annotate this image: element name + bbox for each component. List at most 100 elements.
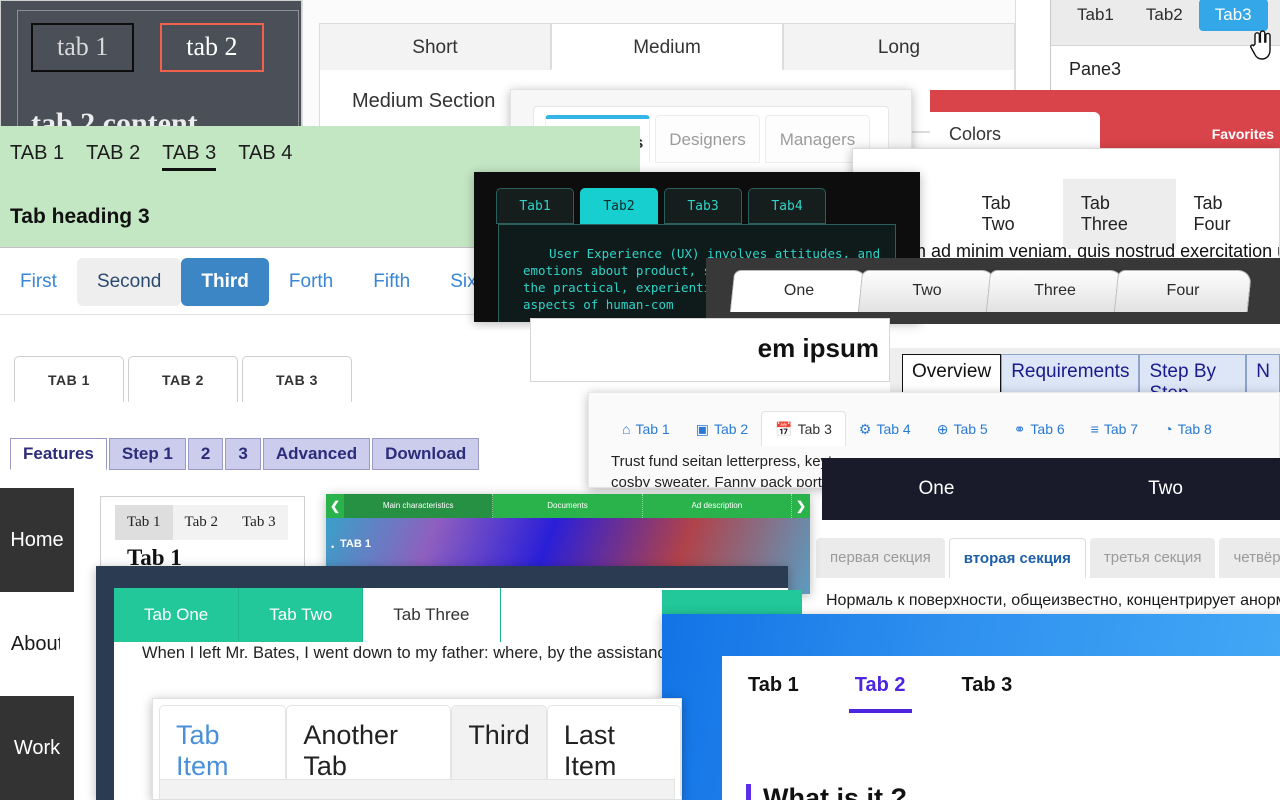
tab-icon-1[interactable]: ⌂ Tab 1: [609, 412, 683, 446]
tab-forth[interactable]: Forth: [269, 258, 353, 306]
tab-ru-3[interactable]: третья секция: [1089, 538, 1216, 578]
tab-designers[interactable]: Designers: [655, 115, 760, 163]
tab-blue-1[interactable]: Tab 1: [742, 662, 805, 713]
jquery-pane-label: Pane3: [1069, 59, 1122, 79]
tab-step-2[interactable]: 2: [187, 438, 224, 470]
tab-outlined-1[interactable]: TAB 1: [14, 356, 124, 402]
tablist-overview: Overview Requirements Step By Step N: [902, 354, 1280, 392]
tab-term-4[interactable]: Tab4: [748, 188, 826, 224]
one-two-bar-card: One Two: [822, 458, 1280, 520]
tab-step-by-step[interactable]: Step By Step: [1139, 354, 1247, 392]
tab-serif-1[interactable]: Tab 1: [115, 505, 173, 540]
tab-teal-two[interactable]: Tab Two: [239, 588, 364, 642]
tab-ad-description[interactable]: Ad description: [643, 494, 792, 518]
tab-step-1[interactable]: Step 1: [108, 438, 186, 470]
tab-teal-one[interactable]: Tab One: [114, 588, 240, 642]
tab-slant-one[interactable]: One: [729, 270, 869, 312]
tab-bar-two[interactable]: Two: [1051, 458, 1280, 520]
tablist-terminal: Tab1 Tab2 Tab3 Tab4: [496, 188, 826, 224]
tab-slant-three[interactable]: Three: [985, 270, 1125, 312]
tab-icon-3-label: Tab 3: [797, 421, 832, 437]
tab-third[interactable]: Third: [181, 258, 269, 306]
tablist-green: TAB 1 TAB 2 TAB 3 TAB 4: [10, 142, 292, 171]
tab-tab-2[interactable]: tab 2: [160, 23, 264, 72]
tab-overview-next[interactable]: N: [1246, 354, 1280, 392]
tab-favorites[interactable]: Favorites: [1212, 126, 1274, 142]
chevron-right-icon[interactable]: ❯: [792, 499, 810, 513]
tablist-russian: первая секция вторая секция третья секци…: [816, 538, 1280, 578]
tab-outlined-3[interactable]: TAB 3: [242, 356, 352, 402]
tab-green-4[interactable]: TAB 4: [238, 142, 292, 171]
tab-green-3[interactable]: TAB 3: [162, 142, 217, 171]
blue-card-sheet: Tab 1 Tab 2 Tab 3 What is it ?: [722, 656, 1280, 800]
tab-tab-two[interactable]: Tab Two: [964, 179, 1063, 249]
tab-ru-4[interactable]: четвёртая: [1219, 538, 1280, 578]
tab-slant-two[interactable]: Two: [857, 270, 997, 312]
gear-icon: ⚙: [858, 420, 872, 437]
tab-medium[interactable]: Medium: [551, 23, 783, 70]
tab-overview[interactable]: Overview: [902, 354, 1002, 392]
tab-blue-2[interactable]: Tab 2: [848, 662, 912, 713]
tab-advanced[interactable]: Advanced: [262, 438, 371, 470]
ipsum-heading: em ipsum: [757, 333, 879, 363]
tab-green-1[interactable]: TAB 1: [10, 142, 64, 171]
globe-icon: ⊕: [936, 420, 949, 437]
nav-item-about[interactable]: About: [0, 592, 74, 696]
tab-icon-3[interactable]: 📅 Tab 3: [761, 411, 846, 446]
nav-item-work[interactable]: Work: [0, 696, 74, 800]
big-tabs-card: Tab Item Another Tab Third Last Item: [152, 698, 682, 800]
colors-favorites-card: Colors Favorites: [930, 90, 1280, 156]
tablist-teal: Tab One Tab Two Tab Three: [114, 588, 501, 642]
slanted-tabs-card: One Two Three Four: [706, 258, 1280, 324]
tab-icon-2[interactable]: ▣ Tab 2: [683, 412, 761, 446]
tablist-plain-four: Tab One Tab Two Tab Three Tab Four: [863, 179, 1279, 249]
tab-step-3[interactable]: 3: [225, 438, 261, 470]
tab-blue-3[interactable]: Tab 3: [956, 662, 1019, 713]
tab-icon-8[interactable]: ◔ Tab 8: [1151, 412, 1225, 446]
tablist-pills: First Second Third Forth Fifth Sixth: [0, 258, 512, 306]
tablist-one-two: One Two: [822, 458, 1280, 520]
tab-tab2[interactable]: Tab2: [1130, 0, 1199, 31]
tab-short[interactable]: Short: [319, 23, 551, 70]
tab-ru-2[interactable]: вторая секция: [948, 538, 1086, 578]
ipsum-card: em ipsum: [530, 318, 890, 382]
tab-icon-4[interactable]: ⚙ Tab 4: [846, 412, 924, 446]
tab-features[interactable]: Features: [10, 438, 107, 470]
tab-green-2[interactable]: TAB 2: [86, 142, 140, 171]
tab-icon-5[interactable]: ⊕ Tab 5: [924, 412, 1001, 446]
tab-download[interactable]: Download: [372, 438, 480, 470]
tab-second[interactable]: Second: [76, 258, 182, 306]
tab-ru-1[interactable]: первая секция: [816, 538, 945, 578]
tab-tab1[interactable]: Tab1: [1061, 0, 1130, 31]
tab-documents[interactable]: Documents: [493, 494, 643, 518]
tablist-icon-tabs: ⌂ Tab 1 ▣ Tab 2 📅 Tab 3 ⚙ Tab 4 ⊕ Tab 5 ⚭ Tab …: [609, 411, 1225, 446]
tab-term-3[interactable]: Tab3: [664, 188, 742, 224]
tab-tab3[interactable]: Tab3: [1198, 0, 1268, 31]
tab-tab-1[interactable]: tab 1: [31, 23, 135, 72]
tab-main-characteristics[interactable]: Main characteristics: [344, 494, 494, 518]
tab-outlined-2[interactable]: TAB 2: [128, 356, 238, 402]
features-tabs-card: Features Step 1 2 3 Advanced Download: [0, 428, 596, 490]
tab-tab-three[interactable]: Tab Three: [1062, 179, 1176, 249]
tab-teal-three[interactable]: Tab Three: [363, 588, 501, 642]
pie-chart-icon: ◔: [1164, 420, 1173, 437]
tab-icon-7[interactable]: ≡ Tab 7: [1078, 412, 1151, 446]
tab-serif-3[interactable]: Tab 3: [230, 505, 288, 540]
tab-icon-6[interactable]: ⚭ Tab 6: [1001, 412, 1078, 446]
tab-slant-four[interactable]: Four: [1113, 270, 1253, 312]
nav-item-home[interactable]: Home: [0, 488, 74, 592]
tab-tab-four[interactable]: Tab Four: [1176, 179, 1279, 249]
tab-term-1[interactable]: Tab1: [496, 188, 574, 224]
tab-term-2[interactable]: Tab2: [580, 188, 658, 224]
tab-bar-one[interactable]: One: [822, 458, 1051, 520]
tab-long[interactable]: Long: [783, 23, 1015, 70]
tab-first[interactable]: First: [0, 258, 77, 306]
chevron-left-icon[interactable]: ❮: [326, 499, 344, 513]
tab-fifth[interactable]: Fifth: [353, 258, 430, 306]
tab-requirements[interactable]: Requirements: [1001, 354, 1140, 392]
tab-serif-2[interactable]: Tab 2: [173, 505, 231, 540]
tablist-features: Features Step 1 2 3 Advanced Download: [10, 438, 481, 470]
tab-icon-8-label: Tab 8: [1177, 420, 1212, 437]
dark-tabs-card: tab 1 tab 2 tab 2 content: [0, 0, 302, 131]
tablist-blue: Tab 1 Tab 2 Tab 3: [742, 662, 1018, 713]
